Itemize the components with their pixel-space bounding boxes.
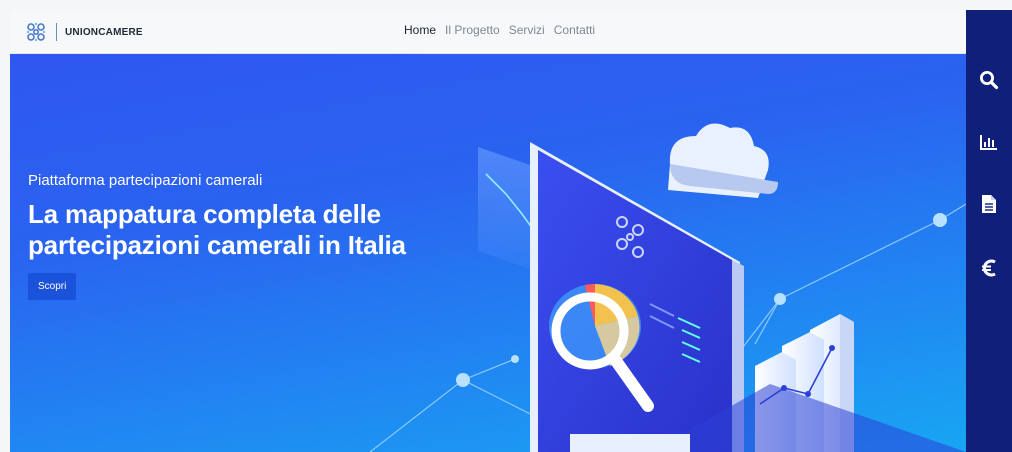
unioncamere-logo-icon	[26, 22, 46, 42]
nav-home[interactable]: Home	[404, 23, 436, 37]
brand-name: UNIONCAMERE	[65, 26, 143, 38]
nav-contatti[interactable]: Contatti	[554, 23, 595, 37]
bar-chart-icon	[980, 135, 997, 150]
document-icon	[982, 195, 996, 213]
page: UNIONCAMERE Home Il Progetto Servizi Con…	[0, 0, 1012, 452]
top-navbar: UNIONCAMERE Home Il Progetto Servizi Con…	[10, 10, 966, 54]
nav-il-progetto[interactable]: Il Progetto	[445, 23, 500, 37]
hero-banner: Piattaforma partecipazioni camerali La m…	[10, 54, 966, 452]
search-icon	[980, 71, 999, 90]
scopri-button[interactable]: Scopri	[28, 273, 77, 300]
sidebar-search-button[interactable]	[966, 62, 1012, 98]
hero-subtitle: Piattaforma partecipazioni camerali	[28, 172, 263, 189]
sidebar-statistics-button[interactable]	[966, 124, 1012, 160]
nav-servizi[interactable]: Servizi	[509, 23, 545, 37]
hero-text-block: Piattaforma partecipazioni camerali La m…	[28, 172, 448, 300]
sidebar-documents-button[interactable]	[966, 186, 1012, 222]
hero-title: La mappatura completa delle partecipazio…	[28, 199, 406, 260]
right-quick-sidebar	[966, 10, 1012, 452]
main-nav: Home Il Progetto Servizi Contatti	[404, 23, 595, 37]
brand-separator	[56, 23, 57, 41]
brand-logo[interactable]: UNIONCAMERE	[24, 20, 143, 44]
euro-icon	[982, 259, 996, 277]
sidebar-finance-button[interactable]	[966, 250, 1012, 286]
